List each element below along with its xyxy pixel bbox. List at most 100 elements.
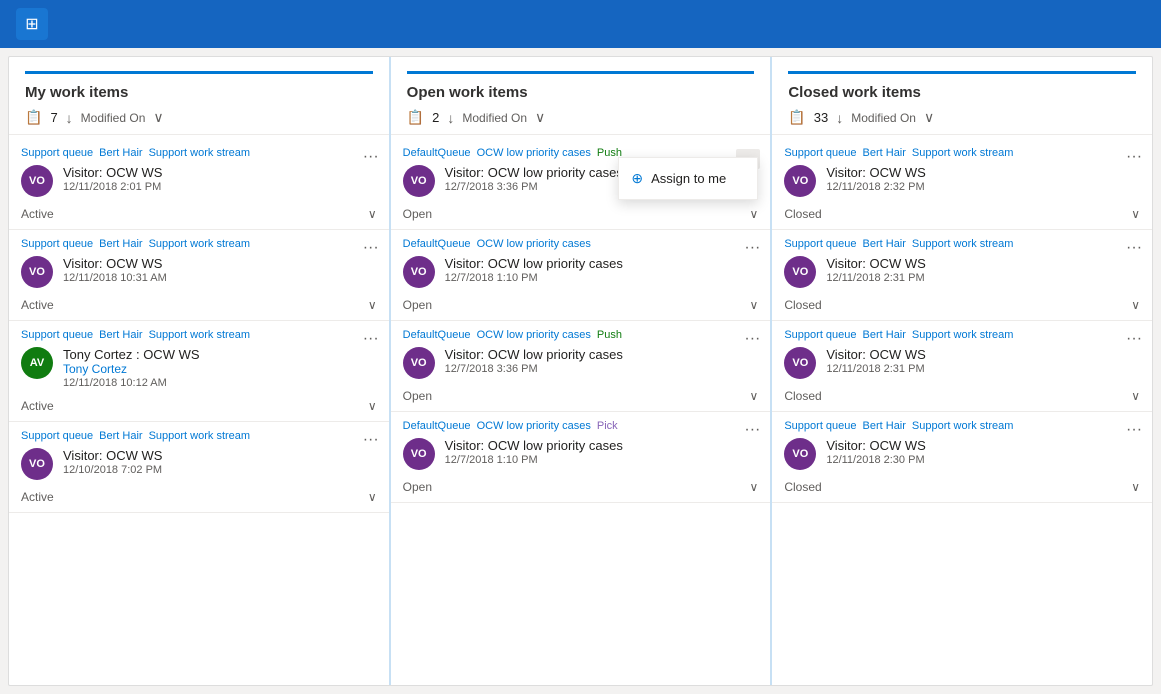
expand-icon[interactable]: ∨ <box>750 480 759 494</box>
item-time: 12/11/2018 2:32 PM <box>826 181 1140 193</box>
item-tag[interactable]: Support work stream <box>912 420 1013 432</box>
item-info: Visitor: OCW WS12/11/2018 10:31 AM <box>63 256 377 284</box>
item-tag[interactable]: Support queue <box>784 147 856 159</box>
item-name[interactable]: Visitor: OCW WS <box>826 256 1140 271</box>
item-tag[interactable]: Support work stream <box>912 238 1013 250</box>
column-controls-my-work-items: 📋 7 ↓ Modified On ∨ <box>25 109 373 126</box>
expand-icon[interactable]: ∨ <box>750 389 759 403</box>
expand-icon[interactable]: ∨ <box>1131 298 1140 312</box>
item-name[interactable]: Visitor: OCW low priority cases <box>445 438 759 453</box>
item-tag[interactable]: Support queue <box>21 238 93 250</box>
item-tag[interactable]: Bert Hair <box>99 238 142 250</box>
item-tag[interactable]: DefaultQueue <box>403 147 471 159</box>
expand-icon[interactable]: ∨ <box>1131 207 1140 221</box>
item-tags: Support queue Bert Hair Support work strea… <box>784 420 1140 432</box>
item-more-button[interactable]: ··· <box>363 149 379 165</box>
expand-icon[interactable]: ∨ <box>750 298 759 312</box>
item-footer: Active ∨ <box>21 486 377 504</box>
item-name[interactable]: Visitor: OCW WS <box>826 165 1140 180</box>
expand-icon[interactable]: ∨ <box>1131 389 1140 403</box>
column-title-closed-work-items: Closed work items <box>788 71 1136 101</box>
item-more-button[interactable]: ··· <box>1126 331 1142 347</box>
expand-icon[interactable]: ∨ <box>368 298 377 312</box>
assign-to-me-button[interactable]: ⊕Assign to me <box>619 162 757 195</box>
column-title-my-work-items: My work items <box>25 71 373 101</box>
item-more-button[interactable]: ··· <box>744 240 760 256</box>
item-tag[interactable]: Support queue <box>784 420 856 432</box>
item-more-button[interactable]: ··· <box>1126 422 1142 438</box>
item-more-button[interactable]: ··· <box>363 432 379 448</box>
avatar: VO <box>403 165 435 197</box>
avatar: VO <box>403 347 435 379</box>
item-tag[interactable]: Bert Hair <box>863 238 906 250</box>
avatar: VO <box>784 165 816 197</box>
item-time: 12/7/2018 3:36 PM <box>445 363 759 375</box>
sort-down-icon[interactable]: ↓ <box>836 110 843 126</box>
item-name[interactable]: Visitor: OCW low priority cases <box>445 347 759 362</box>
item-more-button[interactable]: ··· <box>744 331 760 347</box>
item-tag[interactable]: DefaultQueue <box>403 329 471 341</box>
item-tag[interactable]: Support work stream <box>912 329 1013 341</box>
item-name[interactable]: Visitor: OCW WS <box>63 448 377 463</box>
avatar: VO <box>403 438 435 470</box>
item-tag[interactable]: Support work stream <box>149 430 250 442</box>
item-tag[interactable]: OCW low priority cases <box>477 238 591 250</box>
item-tag[interactable]: Support work stream <box>149 238 250 250</box>
assign-icon: ⊕ <box>631 170 643 187</box>
sort-chevron-icon[interactable]: ∨ <box>153 109 163 126</box>
avatar: VO <box>403 256 435 288</box>
item-more-button[interactable]: ··· <box>1126 149 1142 165</box>
item-tag[interactable]: OCW low priority cases <box>477 420 591 432</box>
expand-icon[interactable]: ∨ <box>368 399 377 413</box>
item-body: VOVisitor: OCW WS12/11/2018 2:31 PM <box>784 347 1140 379</box>
item-tag[interactable]: Support work stream <box>149 329 250 341</box>
item-subname[interactable]: Tony Cortez <box>63 362 377 376</box>
item-more-button[interactable]: ··· <box>744 422 760 438</box>
item-tags: Support queue Bert Hair Support work strea… <box>21 430 377 442</box>
sort-chevron-icon[interactable]: ∨ <box>535 109 545 126</box>
sort-down-icon[interactable]: ↓ <box>66 110 73 126</box>
item-more-button[interactable]: ··· <box>363 331 379 347</box>
item-tag[interactable]: Support queue <box>784 238 856 250</box>
item-name[interactable]: Tony Cortez : OCW WS <box>63 347 377 362</box>
expand-icon[interactable]: ∨ <box>750 207 759 221</box>
item-tag[interactable]: DefaultQueue <box>403 420 471 432</box>
item-tag[interactable]: Bert Hair <box>99 329 142 341</box>
item-time: 12/11/2018 10:31 AM <box>63 272 377 284</box>
item-tags: DefaultQueue OCW low priority cases <box>403 238 759 250</box>
item-tag[interactable]: Support queue <box>21 147 93 159</box>
expand-icon[interactable]: ∨ <box>1131 480 1140 494</box>
avatar: VO <box>784 256 816 288</box>
item-tag[interactable]: OCW low priority cases <box>477 329 591 341</box>
item-tag[interactable]: Support work stream <box>912 147 1013 159</box>
item-name[interactable]: Visitor: OCW WS <box>63 256 377 271</box>
expand-icon[interactable]: ∨ <box>368 490 377 504</box>
sort-chevron-icon[interactable]: ∨ <box>924 109 934 126</box>
item-tag[interactable]: Bert Hair <box>863 420 906 432</box>
item-tag[interactable]: DefaultQueue <box>403 238 471 250</box>
work-item: Support queue Bert Hair Support work strea… <box>9 230 389 321</box>
item-footer: Active∨ <box>21 203 377 221</box>
item-more-button[interactable]: ··· <box>1126 240 1142 256</box>
sort-down-icon[interactable]: ↓ <box>447 110 454 126</box>
item-body: VO Visitor: OCW low priority cases12/7/20… <box>403 347 759 379</box>
item-name[interactable]: Visitor: OCW low priority cases <box>445 256 759 271</box>
item-tag[interactable]: Bert Hair <box>99 147 142 159</box>
item-tag[interactable]: Support queue <box>21 430 93 442</box>
item-tag[interactable]: Bert Hair <box>863 147 906 159</box>
item-tag[interactable]: Support work stream <box>149 147 250 159</box>
item-name[interactable]: Visitor: OCW WS <box>826 438 1140 453</box>
item-tag-special: Push <box>597 329 622 341</box>
item-tag[interactable]: OCW low priority cases <box>477 147 591 159</box>
expand-icon[interactable]: ∨ <box>368 207 377 221</box>
item-tag[interactable]: Bert Hair <box>99 430 142 442</box>
item-info: Visitor: OCW WS12/11/2018 2:01 PM <box>63 165 377 193</box>
item-tag[interactable]: Support queue <box>784 329 856 341</box>
item-tag[interactable]: Support queue <box>21 329 93 341</box>
count-badge: 7 <box>50 110 57 125</box>
item-status: Active <box>21 490 54 504</box>
item-name[interactable]: Visitor: OCW WS <box>826 347 1140 362</box>
item-tag[interactable]: Bert Hair <box>863 329 906 341</box>
item-name[interactable]: Visitor: OCW WS <box>63 165 377 180</box>
item-more-button[interactable]: ··· <box>363 240 379 256</box>
